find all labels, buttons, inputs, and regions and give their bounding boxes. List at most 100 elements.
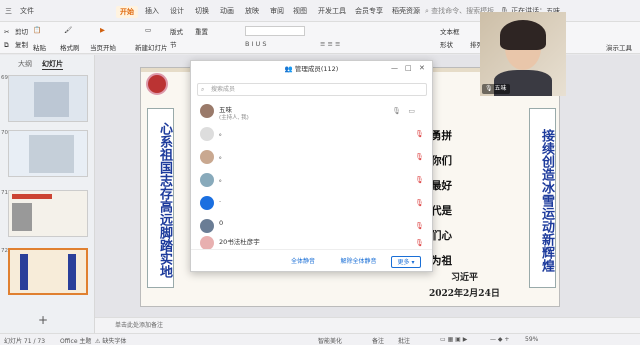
thumb-image: [12, 203, 32, 231]
mic-muted-icon[interactable]: 🎙: [415, 130, 424, 139]
copy-button[interactable]: ⧉ 复制: [4, 39, 28, 50]
member-name: .: [219, 196, 222, 204]
text-box-label: 文本框: [440, 28, 460, 36]
menu-item-file[interactable]: 文件: [20, 6, 34, 16]
member-name: 。: [219, 129, 226, 137]
tab-outline[interactable]: 大纲: [18, 59, 32, 69]
unmute-all-button[interactable]: 解除全体静音: [336, 256, 381, 268]
reset-button[interactable]: 重置: [195, 26, 208, 36]
thumb-image: [29, 135, 74, 173]
add-slide-icon[interactable]: +: [38, 313, 48, 327]
slide-date: 2022年2月24日: [429, 289, 500, 299]
member-search-placeholder: 搜索成员: [211, 86, 236, 93]
copy-label: 复制: [15, 41, 28, 49]
more-button[interactable]: 更多 ▾: [391, 256, 421, 268]
missing-font-indicator[interactable]: ⚠ 缺失字体: [95, 336, 126, 345]
person-hair: [500, 20, 546, 50]
mic-muted-icon[interactable]: 🎙: [415, 153, 424, 162]
menu-item-review[interactable]: 审阅: [270, 6, 284, 16]
font-name-select[interactable]: [245, 26, 305, 36]
tab-slides[interactable]: 幻灯片: [42, 59, 63, 70]
avatar: [200, 173, 214, 187]
play-from-current-label: 当页开始: [90, 44, 116, 52]
shape-button[interactable]: 形状: [440, 39, 453, 49]
slide-thumbnail[interactable]: [8, 190, 88, 237]
menu-item-docer[interactable]: 稻壳资源: [392, 6, 420, 16]
zoom-slider[interactable]: — ◆ +: [490, 336, 509, 343]
menu-item-developer[interactable]: 开发工具: [318, 6, 346, 16]
cut-button[interactable]: ✂ 剪切: [4, 26, 28, 37]
slide-thumbnail-selected[interactable]: [8, 248, 88, 295]
maximize-icon[interactable]: □: [405, 64, 412, 72]
presenter-tools-label: 演示工具: [606, 44, 632, 52]
speaker-name-tag: 🎙 五味: [482, 84, 510, 94]
menu-item-slideshow[interactable]: 放映: [245, 6, 259, 16]
mic-muted-icon[interactable]: 🎙: [415, 239, 424, 248]
paste-button[interactable]: 粘贴: [33, 42, 46, 52]
microphone-icon[interactable]: 🎙: [392, 107, 401, 115]
comments-toggle-button[interactable]: 批注: [398, 336, 410, 345]
menu-item-vip[interactable]: 会员专享: [355, 6, 383, 16]
member-row[interactable]: 。 🎙: [197, 124, 427, 146]
menu-item-main[interactable]: 三: [5, 6, 12, 16]
zoom-level: 59%: [525, 336, 539, 343]
close-icon[interactable]: ✕: [419, 64, 425, 72]
member-row[interactable]: 。 🎙: [197, 147, 427, 169]
thumb-number: 72: [1, 248, 8, 254]
paragraph-buttons[interactable]: ≡ ≡ ≡: [320, 40, 340, 48]
section-label: 节: [170, 41, 177, 49]
new-slide-label-wrap[interactable]: 新建幻灯片: [135, 42, 168, 52]
brush-icon: 🖌: [64, 26, 73, 34]
avatar: [200, 219, 214, 233]
school-emblem: [146, 73, 168, 95]
menu-item-view[interactable]: 视图: [293, 6, 307, 16]
thumb-image: [34, 82, 69, 117]
scissors-icon: ✂: [4, 27, 10, 36]
avatar: [200, 196, 214, 210]
menu-item-design[interactable]: 设计: [170, 6, 184, 16]
mic-muted-icon[interactable]: 🎙: [415, 199, 424, 208]
speaker-video-tile[interactable]: 🎙 五味: [480, 12, 566, 96]
thumb-vertical-bar: [20, 254, 28, 290]
section-button[interactable]: 节: [170, 39, 177, 49]
font-style-buttons[interactable]: B I U S: [245, 40, 266, 48]
thumb-vertical-bar: [68, 254, 76, 290]
member-name: 0: [219, 219, 224, 227]
member-row[interactable]: 20书法杜彦宇 🎙: [197, 233, 427, 255]
missing-font-label: 缺失字体: [102, 338, 127, 345]
more-label: 更多: [397, 259, 410, 266]
comments-toggle-label: 批注: [398, 338, 411, 345]
member-row[interactable]: 五味 (主持人, 我) 🎙 ▭: [197, 101, 427, 123]
member-row[interactable]: 。 🎙: [197, 170, 427, 192]
notes-placeholder: 单击此处添加备注: [115, 322, 164, 329]
menu-item-home[interactable]: 开始: [116, 6, 138, 18]
member-search-input[interactable]: ⌕ 搜索成员: [197, 83, 427, 96]
camera-icon[interactable]: ▭: [408, 107, 415, 115]
notes-pane[interactable]: 单击此处添加备注: [95, 317, 640, 333]
menu-item-animation[interactable]: 动画: [220, 6, 234, 16]
slide-thumbnail[interactable]: [8, 130, 88, 177]
status-bar: 幻灯片 71 / 73 Office 主题 ⚠ 缺失字体 智能美化 备注 批注 …: [0, 333, 640, 345]
play-from-current-button[interactable]: 当页开始: [90, 42, 116, 52]
menu-item-insert[interactable]: 插入: [145, 6, 159, 16]
mute-all-button[interactable]: 全体静音: [283, 256, 323, 268]
mic-muted-icon[interactable]: 🎙: [415, 176, 424, 185]
minimize-icon[interactable]: —: [391, 64, 398, 72]
notes-toggle-button[interactable]: 备注: [372, 336, 384, 345]
microphone-icon: 🎙: [485, 85, 493, 92]
search-icon: ⌕: [201, 86, 205, 93]
smart-beautify-button[interactable]: 智能美化: [318, 336, 342, 345]
thumb-number: 70: [1, 130, 8, 136]
slide-thumbnail[interactable]: [8, 75, 88, 122]
member-role: (主持人, 我): [219, 115, 249, 121]
menu-item-transition[interactable]: 切换: [195, 6, 209, 16]
view-buttons[interactable]: ▭ ▦ ▣ ▶: [440, 336, 467, 343]
slide-right-vertical-text: 接续创造冰雪运动新辉煌: [529, 108, 556, 288]
format-painter-button[interactable]: 格式刷: [60, 42, 80, 52]
text-box-button[interactable]: 文本框: [440, 26, 460, 36]
page-indicator: 幻灯片 71 / 73: [4, 338, 46, 345]
member-row[interactable]: . 🎙: [197, 193, 427, 215]
layout-button[interactable]: 版式: [170, 26, 183, 36]
mic-muted-icon[interactable]: 🎙: [415, 222, 424, 231]
presenter-tools-button[interactable]: 演示工具: [606, 42, 632, 52]
